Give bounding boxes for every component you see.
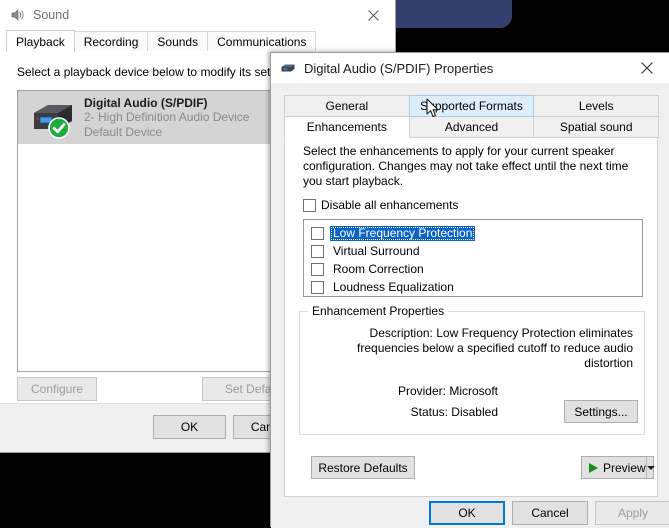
properties-tabrow-bottom: Enhancements Advanced Spatial sound bbox=[284, 116, 660, 138]
tab-playback[interactable]: Playback bbox=[6, 30, 75, 52]
chevron-down-icon bbox=[646, 465, 655, 470]
properties-close-button[interactable] bbox=[625, 53, 669, 83]
properties-footer: OK Cancel Apply bbox=[271, 497, 669, 528]
tab-recording[interactable]: Recording bbox=[73, 31, 149, 52]
device-properties-dialog: Digital Audio (S/PDIF) Properties Select… bbox=[270, 52, 669, 528]
preview-button-label: Preview bbox=[603, 460, 646, 475]
enhancement-properties-group: Enhancement Properties Description: Low … bbox=[299, 304, 645, 435]
tab-supported-formats-label: Supported Formats bbox=[420, 99, 523, 113]
properties-ok-label: OK bbox=[458, 506, 476, 520]
restore-defaults-label: Restore Defaults bbox=[318, 460, 408, 475]
sound-title: Sound bbox=[33, 8, 70, 22]
sound-tabstrip: Playback Recording Sounds Communications bbox=[0, 30, 395, 52]
tab-levels[interactable]: Levels bbox=[533, 95, 660, 117]
properties-ok-button[interactable]: OK bbox=[429, 501, 505, 525]
properties-tabrow-top: General Supported Formats Levels bbox=[284, 95, 660, 117]
tab-enhancements[interactable]: Enhancements bbox=[284, 116, 410, 138]
properties-tab-page: Select the enhancements to apply for you… bbox=[284, 116, 658, 497]
preview-dropdown-button[interactable] bbox=[645, 457, 655, 478]
properties-tabstrip: General Supported Formats Levels Enhance… bbox=[284, 95, 660, 139]
tab-advanced-label: Advanced bbox=[444, 120, 499, 134]
tab-enhancements-label: Enhancements bbox=[306, 120, 387, 134]
properties-apply-label: Apply bbox=[617, 506, 649, 520]
device-subtitle-driver: 2- High Definition Audio Device bbox=[84, 110, 250, 125]
enhancement-provider: Provider: Microsoft bbox=[397, 384, 498, 398]
properties-title: Digital Audio (S/PDIF) Properties bbox=[304, 60, 494, 76]
sound-titlebar: Sound bbox=[0, 0, 395, 30]
tab-communications[interactable]: Communications bbox=[207, 31, 317, 52]
checkbox-box[interactable] bbox=[311, 245, 324, 258]
tab-communications-label: Communications bbox=[217, 35, 307, 49]
checkbox-box[interactable] bbox=[311, 227, 324, 240]
disable-all-enhancements-checkbox[interactable]: Disable all enhancements bbox=[303, 198, 458, 212]
list-item[interactable]: Virtual Surround bbox=[311, 243, 642, 260]
configure-button-label: Configure bbox=[30, 382, 84, 396]
tab-general-label: General bbox=[325, 99, 369, 113]
speaker-icon bbox=[9, 7, 25, 23]
properties-cancel-button[interactable]: Cancel bbox=[512, 501, 588, 525]
tab-recording-label: Recording bbox=[83, 35, 139, 49]
list-item[interactable]: Low Frequency Protection bbox=[311, 225, 642, 242]
playback-instruction: Select a playback device below to modify… bbox=[17, 65, 300, 79]
properties-cancel-label: Cancel bbox=[531, 506, 569, 520]
properties-titlebar: Digital Audio (S/PDIF) Properties bbox=[271, 53, 669, 83]
checkbox-box[interactable] bbox=[311, 263, 324, 276]
tab-supported-formats[interactable]: Supported Formats bbox=[408, 95, 535, 117]
checkbox-box[interactable] bbox=[311, 281, 324, 294]
enhancement-description: Description: Low Frequency Protection el… bbox=[357, 326, 633, 370]
device-subtitle-default: Default Device bbox=[84, 124, 163, 139]
spdif-device-icon bbox=[280, 60, 296, 76]
enhancement-label: Low Frequency Protection bbox=[330, 226, 476, 241]
background-window-shape bbox=[395, 0, 512, 28]
enhancement-label: Loudness Equalization bbox=[333, 280, 454, 294]
preview-button[interactable]: Preview bbox=[581, 456, 655, 479]
restore-defaults-button[interactable]: Restore Defaults bbox=[311, 456, 415, 479]
disable-all-enhancements-label: Disable all enhancements bbox=[321, 198, 459, 212]
spdif-device-icon bbox=[28, 97, 76, 139]
enhancement-label: Room Correction bbox=[333, 262, 424, 276]
properties-apply-button[interactable]: Apply bbox=[595, 501, 669, 525]
tab-spatial-sound[interactable]: Spatial sound bbox=[533, 116, 660, 138]
play-icon bbox=[589, 462, 598, 473]
enhancements-list[interactable]: Low Frequency Protection Virtual Surroun… bbox=[303, 219, 643, 297]
enhancement-status: Status: Disabled bbox=[410, 405, 498, 419]
device-name: Digital Audio (S/PDIF) bbox=[84, 95, 208, 110]
list-item[interactable]: Room Correction bbox=[311, 261, 642, 278]
close-icon bbox=[641, 62, 653, 74]
checkbox-box bbox=[303, 198, 316, 212]
tab-sounds[interactable]: Sounds bbox=[147, 31, 209, 52]
sound-close-button[interactable] bbox=[351, 0, 395, 30]
tab-levels-label: Levels bbox=[578, 99, 614, 113]
tab-sounds-label: Sounds bbox=[157, 35, 199, 49]
configure-button[interactable]: Configure bbox=[17, 377, 97, 401]
sound-ok-label: OK bbox=[180, 420, 199, 434]
sound-ok-button[interactable]: OK bbox=[153, 415, 226, 439]
list-item[interactable]: Loudness Equalization bbox=[311, 279, 642, 296]
tab-playback-label: Playback bbox=[16, 34, 65, 49]
settings-button-label: Settings... bbox=[574, 404, 628, 419]
tab-advanced[interactable]: Advanced bbox=[408, 116, 535, 138]
tab-general[interactable]: General bbox=[284, 95, 410, 117]
enhancement-label: Virtual Surround bbox=[333, 244, 420, 258]
enhancement-properties-title: Enhancement Properties bbox=[308, 304, 449, 318]
enhancements-instruction: Select the enhancements to apply for you… bbox=[303, 144, 629, 188]
tab-spatial-sound-label: Spatial sound bbox=[559, 120, 633, 134]
device-text-block: Digital Audio (S/PDIF) 2- High Definitio… bbox=[84, 96, 249, 140]
settings-button[interactable]: Settings... bbox=[564, 400, 638, 423]
close-icon bbox=[367, 9, 379, 21]
